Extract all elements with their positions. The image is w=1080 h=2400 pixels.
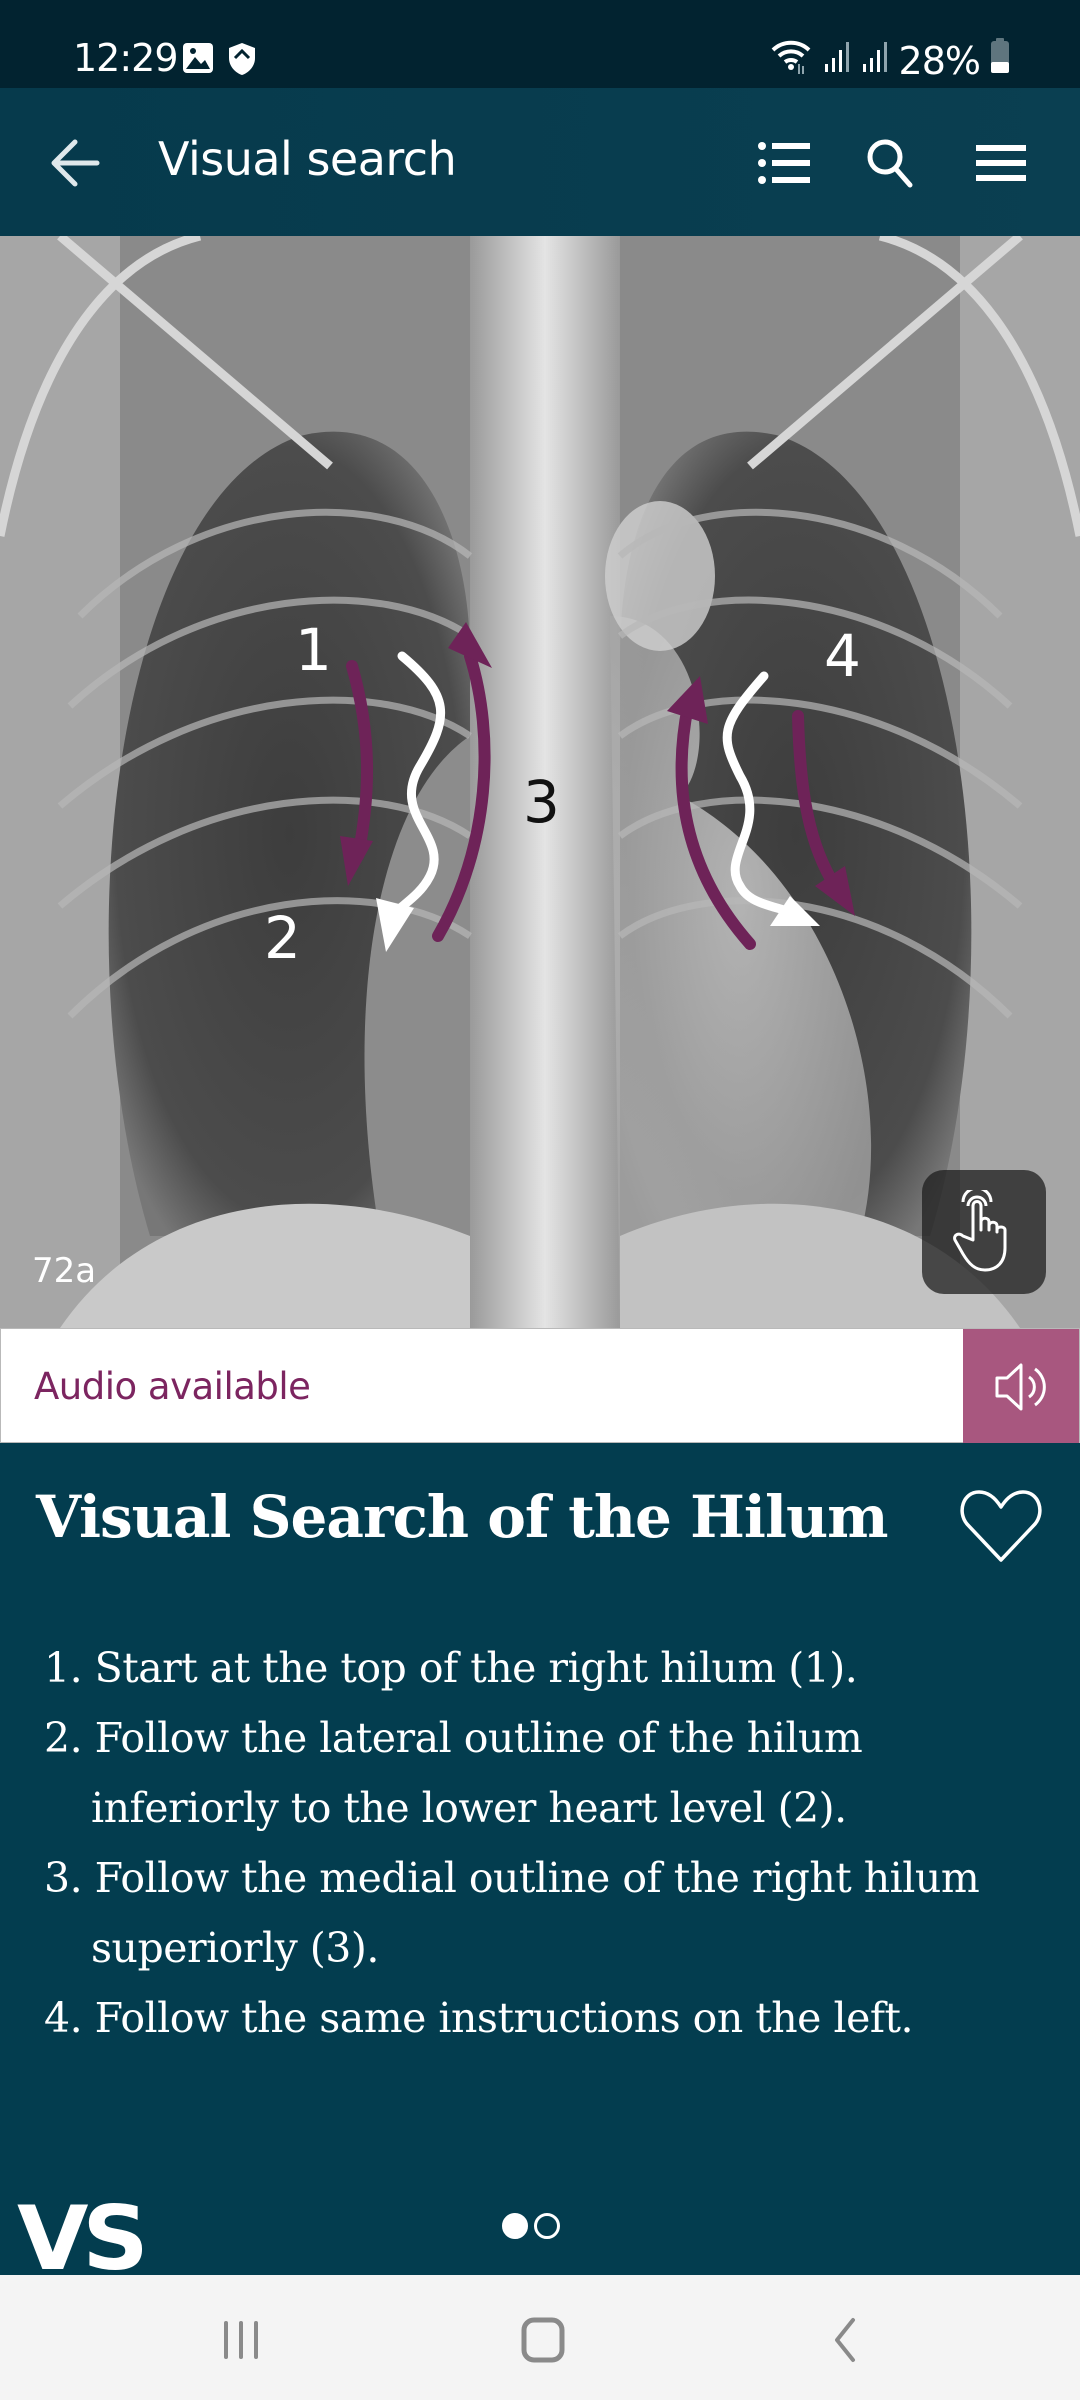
status-time: 12:29 [73,36,179,80]
step-item: 1. Start at the top of the right hilum (… [44,1644,858,1692]
signal-icon [861,39,889,83]
figure-label: 72a [32,1251,97,1291]
signal-icon [823,39,851,83]
annotation-2: 2 [264,904,301,972]
battery-percent: 28% [898,38,981,83]
audio-available-label: Audio available [34,1365,311,1408]
page-dot-2[interactable] [534,2213,560,2239]
content-panel: Visual Search of the Hilum 1. Start at t… [0,1443,1080,2275]
annotation-1: 1 [295,616,332,684]
system-nav-bar [0,2275,1080,2400]
annotation-3: 3 [523,768,560,836]
step-item: 4. Follow the same instructions on the l… [44,1994,914,2042]
touch-hand-icon [953,1190,1007,1272]
menu-button[interactable] [966,128,1036,198]
recents-button[interactable] [196,2305,286,2375]
step-item: 3. Follow the medial outline of the righ… [44,1854,980,1972]
wifi-icon [769,36,813,85]
play-audio-button[interactable] [963,1329,1079,1444]
interactive-touch-button[interactable] [922,1170,1046,1294]
arrow-left-icon [51,139,100,187]
recents-icon [224,2321,258,2359]
annotation-4: 4 [824,622,861,690]
speaker-icon [995,1363,1046,1410]
back-icon [835,2318,855,2362]
shield-icon [228,42,256,81]
system-back-button[interactable] [800,2305,890,2375]
search-button[interactable] [855,128,925,198]
page-dot-1[interactable] [502,2213,528,2239]
vs-logo: VS [17,2203,143,2275]
status-bar: 12:29 28% [0,0,1080,88]
back-button[interactable] [40,128,110,198]
step-item: 2. Follow the lateral outline of the hil… [44,1714,863,1832]
home-icon [521,2317,565,2363]
menu-icon [976,145,1026,181]
favorite-button[interactable] [956,1481,1046,1571]
app-title: Visual search [158,132,457,186]
status-right: 28% [769,36,1010,85]
gallery-icon [182,42,214,79]
search-icon [867,139,913,188]
heart-icon [960,1490,1042,1562]
page-title: Visual Search of the Hilum [36,1483,889,1551]
instruction-steps: 1. Start at the top of the right hilum (… [44,1633,1054,2053]
xray-figure: 1 2 3 4 72a [0,236,1080,1328]
list-icon [758,142,810,184]
app-bar: Visual search [0,88,1080,236]
page-indicator [502,2213,560,2239]
home-button[interactable] [498,2305,588,2375]
audio-strip: Audio available [0,1328,1080,1444]
battery-icon [990,38,1010,83]
contents-list-button[interactable] [749,128,819,198]
